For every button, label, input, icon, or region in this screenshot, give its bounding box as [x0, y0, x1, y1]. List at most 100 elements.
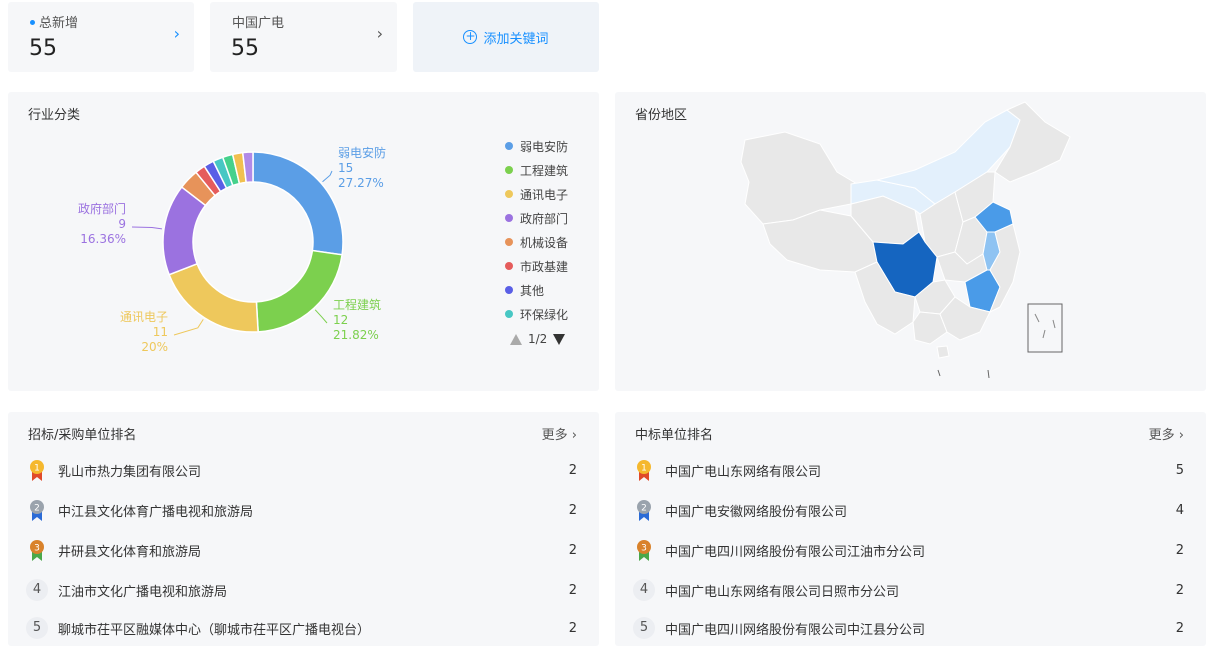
label-leader-line: [322, 170, 333, 183]
rank-number-badge: 5: [633, 617, 655, 639]
bronze-medal-icon: 3: [26, 539, 48, 561]
winner-ranking-panel: 中标单位排名 更多 › 1 中国广电山东网络有限公司 5 2 中国广电安徽网络股…: [615, 412, 1206, 646]
slice-label-name: 政府部门: [78, 201, 126, 216]
page-indicator: 1/2: [528, 332, 548, 346]
stat-card-total[interactable]: 总新增 55 ›: [8, 2, 194, 72]
plus-circle-icon: +: [463, 29, 478, 44]
legend-swatch: [505, 238, 513, 246]
legend-item[interactable]: 政府部门: [505, 206, 568, 230]
ranking-row[interactable]: 5 聊城市茌平区融媒体中心（聊城市茌平区广播电视台） 2: [26, 608, 577, 646]
svg-text:3: 3: [641, 544, 647, 554]
chart-legend: 弱电安防 工程建筑 通讯电子 政府部门 机械设备 市政基建 其他 环保绿化: [505, 134, 568, 326]
more-link[interactable]: 更多 ›: [1149, 424, 1184, 443]
slice-label-name: 通讯电子: [120, 310, 168, 324]
legend-item[interactable]: 机械设备: [505, 230, 568, 254]
province-panel: 省份地区: [615, 92, 1206, 391]
label-leader-line: [131, 226, 163, 230]
label-leader-line: [314, 309, 328, 324]
slice-label-percent: 16.36%: [80, 232, 126, 246]
gold-medal-icon: 1: [26, 459, 48, 481]
gold-medal-icon: 1: [633, 459, 655, 481]
ranking-row[interactable]: 1 乳山市热力集团有限公司 2: [26, 450, 577, 490]
ranking-value: 2: [1175, 542, 1184, 558]
slice-label-count: 15: [338, 161, 353, 175]
label-leader-line: [173, 319, 204, 336]
ranking-value: 2: [568, 542, 577, 558]
ranking-row[interactable]: 5 中国广电四川网络股份有限公司中江县分公司 2: [633, 608, 1184, 646]
ranking-row[interactable]: 3 中国广电四川网络股份有限公司江油市分公司 2: [633, 530, 1184, 570]
chevron-right-icon: ›: [376, 24, 383, 43]
legend-swatch: [505, 262, 513, 270]
donut-slice[interactable]: [252, 151, 344, 256]
slice-label-count: 9: [118, 217, 126, 231]
stat-label: 中国广电: [232, 16, 285, 31]
more-link[interactable]: 更多 ›: [542, 424, 577, 443]
rank-number-badge: 4: [633, 579, 655, 601]
donut-slice[interactable]: [168, 262, 259, 333]
industry-panel: 行业分类 弱电安防 15 27.27% 工程建筑 12 21.82% 通讯电子 11 20% 政府…: [8, 92, 599, 391]
legend-pager: 1/2: [510, 332, 566, 346]
ranking-row[interactable]: 2 中江县文化体育广播电视和旅游局 2: [26, 490, 577, 530]
buyer-ranking-panel: 招标/采购单位排名 更多 › 1 乳山市热力集团有限公司 2 2 中江县文化体育…: [8, 412, 599, 646]
page-down-icon[interactable]: [553, 333, 566, 345]
slice-label-name: 弱电安防: [338, 145, 386, 160]
page-up-icon[interactable]: [510, 333, 522, 345]
ranking-name: 中国广电山东网络有限公司日照市分公司: [665, 584, 900, 600]
ranking-name: 井研县文化体育和旅游局: [58, 544, 202, 560]
svg-text:3: 3: [34, 544, 40, 554]
ranking-value: 5: [1175, 462, 1184, 478]
ranking-value: 2: [1175, 582, 1184, 598]
map-region-xinjiang: [740, 131, 858, 225]
ranking-value: 2: [568, 582, 577, 598]
legend-swatch: [505, 190, 513, 198]
add-keyword-label: 添加关键词: [483, 31, 549, 47]
rank-number-badge: 5: [26, 617, 48, 639]
legend-swatch: [505, 214, 513, 222]
ranking-row[interactable]: 2 中国广电安徽网络股份有限公司 4: [633, 490, 1184, 530]
ranking-value: 2: [568, 502, 577, 518]
svg-text:2: 2: [34, 504, 40, 514]
legend-item[interactable]: 环保绿化: [505, 302, 568, 326]
ranking-name: 中国广电安徽网络股份有限公司: [665, 504, 848, 520]
slice-label-percent: 27.27%: [338, 176, 384, 190]
stat-value: 55: [231, 36, 259, 61]
ranking-row[interactable]: 3 井研县文化体育和旅游局 2: [26, 530, 577, 570]
bronze-medal-icon: 3: [633, 539, 655, 561]
legend-item[interactable]: 弱电安防: [505, 134, 568, 158]
stat-label: 总新增: [30, 12, 78, 31]
rank-number-badge: 4: [26, 579, 48, 601]
slice-label-count: 12: [333, 313, 348, 327]
ranking-row[interactable]: 1 中国广电山东网络有限公司 5: [633, 450, 1184, 490]
china-map: [740, 101, 1071, 379]
legend-swatch: [505, 166, 513, 174]
donut-slice[interactable]: [255, 249, 343, 333]
ranking-value: 2: [1175, 620, 1184, 636]
legend-swatch: [505, 286, 513, 294]
stat-value: 55: [29, 36, 57, 61]
chevron-right-icon: ›: [173, 24, 180, 43]
legend-item[interactable]: 市政基建: [505, 254, 568, 278]
legend-item[interactable]: 通讯电子: [505, 182, 568, 206]
panel-title: 中标单位排名: [635, 428, 714, 443]
slice-label-percent: 21.82%: [333, 328, 379, 342]
ranking-name: 中江县文化体育广播电视和旅游局: [58, 504, 254, 520]
south-china-sea-inset: [1027, 303, 1063, 353]
stat-card-cbn[interactable]: 中国广电 55 ›: [210, 2, 397, 72]
ranking-value: 4: [1175, 502, 1184, 518]
legend-swatch: [505, 310, 513, 318]
legend-item[interactable]: 工程建筑: [505, 158, 568, 182]
ranking-name: 江油市文化广播电视和旅游局: [58, 584, 228, 600]
ranking-name: 中国广电四川网络股份有限公司江油市分公司: [665, 544, 926, 560]
add-keyword-button[interactable]: + 添加关键词: [413, 2, 599, 72]
ranking-name: 乳山市热力集团有限公司: [58, 464, 202, 480]
ranking-name: 中国广电四川网络股份有限公司中江县分公司: [665, 622, 926, 638]
slice-label-count: 11: [153, 325, 168, 339]
ranking-row[interactable]: 4 江油市文化广播电视和旅游局 2: [26, 570, 577, 610]
legend-swatch: [505, 142, 513, 150]
slice-label-percent: 20%: [141, 340, 168, 354]
active-dot-icon: [30, 20, 35, 25]
ranking-row[interactable]: 4 中国广电山东网络有限公司日照市分公司 2: [633, 570, 1184, 610]
ranking-value: 2: [568, 620, 577, 636]
legend-item[interactable]: 其他: [505, 278, 568, 302]
map-region-hainan: [936, 345, 950, 359]
